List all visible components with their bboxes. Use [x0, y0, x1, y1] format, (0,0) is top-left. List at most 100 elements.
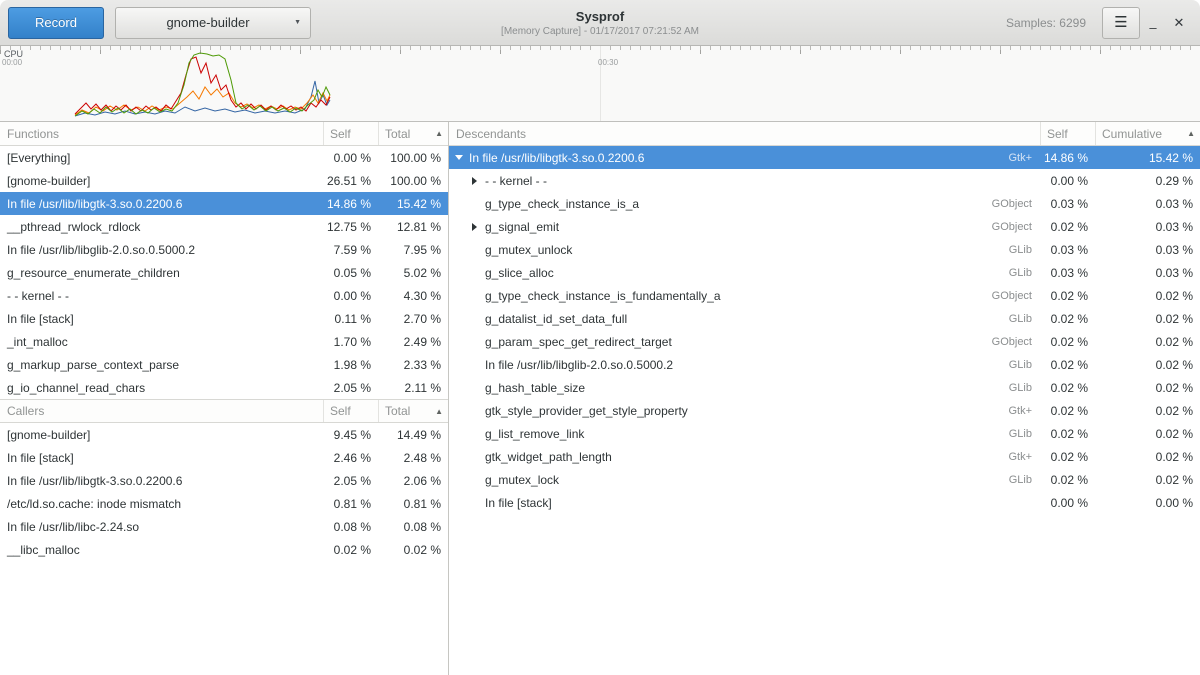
descendant-row[interactable]: g_type_check_instance_is_a GObject 0.03 …: [449, 192, 1200, 215]
headerbar-right: Samples: 6299 ☰ – ✕: [1006, 7, 1192, 39]
expander-icon[interactable]: [470, 311, 485, 326]
descendant-row[interactable]: gtk_style_provider_get_style_property Gt…: [449, 399, 1200, 422]
caller-name: /etc/ld.so.cache: inode mismatch: [0, 492, 323, 515]
headerbar: Record gnome-builder ▼ Sysprof [Memory C…: [0, 0, 1200, 46]
function-row[interactable]: In file [stack] 0.11 % 2.70 %: [0, 307, 448, 330]
descendant-row[interactable]: g_type_check_instance_is_fundamentally_a…: [449, 284, 1200, 307]
functions-total-column-header[interactable]: Total ▲: [378, 122, 448, 145]
descendant-row[interactable]: In file [stack] 0.00 % 0.00 %: [449, 491, 1200, 514]
caller-name: In file /usr/lib/libc-2.24.so: [0, 515, 323, 538]
function-row[interactable]: _int_malloc 1.70 % 2.49 %: [0, 330, 448, 353]
descendant-cumulative-value: 0.02 %: [1095, 330, 1200, 353]
functions-self-column-header[interactable]: Self: [323, 122, 378, 145]
callers-total-header-label: Total: [385, 404, 410, 418]
function-row[interactable]: [gnome-builder] 26.51 % 100.00 %: [0, 169, 448, 192]
descendant-row[interactable]: g_hash_table_size GLib 0.02 % 0.02 %: [449, 376, 1200, 399]
minimize-icon: –: [1149, 20, 1156, 35]
descendant-row[interactable]: g_slice_alloc GLib 0.03 % 0.03 %: [449, 261, 1200, 284]
process-selector-dropdown[interactable]: gnome-builder ▼: [115, 7, 311, 39]
caller-row[interactable]: [gnome-builder] 9.45 % 14.49 %: [0, 423, 448, 446]
expander-icon[interactable]: [470, 196, 485, 211]
callers-table: [gnome-builder] 9.45 % 14.49 % In file […: [0, 423, 448, 561]
functions-table: [Everything] 0.00 % 100.00 % [gnome-buil…: [0, 146, 448, 399]
caller-row[interactable]: __libc_malloc 0.02 % 0.02 %: [0, 538, 448, 561]
descendant-row[interactable]: gtk_widget_path_length Gtk+ 0.02 % 0.02 …: [449, 445, 1200, 468]
expander-icon[interactable]: [470, 380, 485, 395]
descendant-self-value: 0.02 %: [1040, 399, 1095, 422]
sysprof-window: Record gnome-builder ▼ Sysprof [Memory C…: [0, 0, 1200, 675]
descendant-row[interactable]: g_datalist_id_set_data_full GLib 0.02 % …: [449, 307, 1200, 330]
function-total-value: 5.02 %: [378, 261, 448, 284]
caller-row[interactable]: In file /usr/lib/libc-2.24.so 0.08 % 0.0…: [0, 515, 448, 538]
descendant-cumulative-value: 15.42 %: [1095, 146, 1200, 169]
expander-icon[interactable]: [470, 357, 485, 372]
caller-row[interactable]: /etc/ld.so.cache: inode mismatch 0.81 % …: [0, 492, 448, 515]
cpu-line-red: [75, 57, 330, 114]
function-row[interactable]: __pthread_rwlock_rdlock 12.75 % 12.81 %: [0, 215, 448, 238]
expander-icon[interactable]: [470, 403, 485, 418]
descendant-row[interactable]: g_list_remove_link GLib 0.02 % 0.02 %: [449, 422, 1200, 445]
hamburger-icon: ☰: [1114, 14, 1127, 31]
function-row[interactable]: In file /usr/lib/libglib-2.0.so.0.5000.2…: [0, 238, 448, 261]
expander-icon[interactable]: [470, 334, 485, 349]
expander-icon[interactable]: [470, 242, 485, 257]
descendant-category-label: GLib: [1009, 382, 1040, 394]
caller-self-value: 0.08 %: [323, 515, 378, 538]
expander-icon[interactable]: [470, 472, 485, 487]
expander-icon[interactable]: [470, 495, 485, 510]
descendant-row[interactable]: In file /usr/lib/libglib-2.0.so.0.5000.2…: [449, 353, 1200, 376]
right-panel-empty-space: [449, 514, 1200, 675]
descendants-column-header[interactable]: Descendants: [449, 122, 1040, 145]
caller-row[interactable]: In file /usr/lib/libgtk-3.so.0.2200.6 2.…: [0, 469, 448, 492]
descendant-self-value: 14.86 %: [1040, 146, 1095, 169]
caller-name: In file /usr/lib/libgtk-3.so.0.2200.6: [0, 469, 323, 492]
expander-icon[interactable]: [470, 288, 485, 303]
descendant-name: - - kernel - -: [485, 174, 547, 188]
minimize-button[interactable]: –: [1140, 8, 1166, 38]
function-row[interactable]: g_resource_enumerate_children 0.05 % 5.0…: [0, 261, 448, 284]
descendant-row[interactable]: In file /usr/lib/libgtk-3.so.0.2200.6 Gt…: [449, 146, 1200, 169]
descendants-self-column-header[interactable]: Self: [1040, 122, 1095, 145]
descendant-row[interactable]: g_mutex_lock GLib 0.02 % 0.02 %: [449, 468, 1200, 491]
descendant-row[interactable]: g_param_spec_get_redirect_target GObject…: [449, 330, 1200, 353]
descendant-self-value: 0.03 %: [1040, 238, 1095, 261]
descendant-row[interactable]: - - kernel - - 0.00 % 0.29 %: [449, 169, 1200, 192]
function-row[interactable]: In file /usr/lib/libgtk-3.so.0.2200.6 14…: [0, 192, 448, 215]
caller-total-value: 0.81 %: [378, 492, 448, 515]
caller-row[interactable]: In file [stack] 2.46 % 2.48 %: [0, 446, 448, 469]
expander-icon[interactable]: [470, 265, 485, 280]
functions-table-header: Functions Self Total ▲: [0, 122, 448, 146]
close-button[interactable]: ✕: [1166, 8, 1192, 38]
descendant-self-value: 0.02 %: [1040, 284, 1095, 307]
expander-icon[interactable]: [454, 150, 469, 165]
cpu-timeline[interactable]: CPU 00:00 00:30: [0, 46, 1200, 122]
expander-icon[interactable]: [470, 449, 485, 464]
menu-button[interactable]: ☰: [1102, 7, 1140, 39]
caller-total-value: 14.49 %: [378, 423, 448, 446]
descendants-cumulative-column-header[interactable]: Cumulative ▲: [1095, 122, 1200, 145]
functions-column-header[interactable]: Functions: [0, 122, 323, 145]
expander-icon[interactable]: [470, 219, 485, 234]
caller-total-value: 0.02 %: [378, 538, 448, 561]
callers-self-column-header[interactable]: Self: [323, 400, 378, 422]
window-title: Sysprof: [501, 9, 699, 24]
descendant-row[interactable]: g_mutex_unlock GLib 0.03 % 0.03 %: [449, 238, 1200, 261]
expander-icon[interactable]: [470, 426, 485, 441]
callers-column-header[interactable]: Callers: [0, 400, 323, 422]
function-row[interactable]: g_markup_parse_context_parse 1.98 % 2.33…: [0, 353, 448, 376]
right-panel: Descendants Self Cumulative ▲ In file /u…: [449, 122, 1200, 675]
function-row[interactable]: - - kernel - - 0.00 % 4.30 %: [0, 284, 448, 307]
function-total-value: 2.33 %: [378, 353, 448, 376]
descendant-cumulative-value: 0.02 %: [1095, 445, 1200, 468]
descendant-self-value: 0.02 %: [1040, 307, 1095, 330]
function-row[interactable]: g_io_channel_read_chars 2.05 % 2.11 %: [0, 376, 448, 399]
record-button[interactable]: Record: [8, 7, 104, 39]
descendant-category-label: GLib: [1009, 244, 1040, 256]
descendant-row[interactable]: g_signal_emit GObject 0.02 % 0.03 %: [449, 215, 1200, 238]
function-total-value: 2.70 %: [378, 307, 448, 330]
expander-icon[interactable]: [470, 173, 485, 188]
descendant-name: g_list_remove_link: [485, 427, 584, 441]
descendant-cumulative-value: 0.03 %: [1095, 261, 1200, 284]
callers-total-column-header[interactable]: Total ▲: [378, 400, 448, 422]
function-row[interactable]: [Everything] 0.00 % 100.00 %: [0, 146, 448, 169]
